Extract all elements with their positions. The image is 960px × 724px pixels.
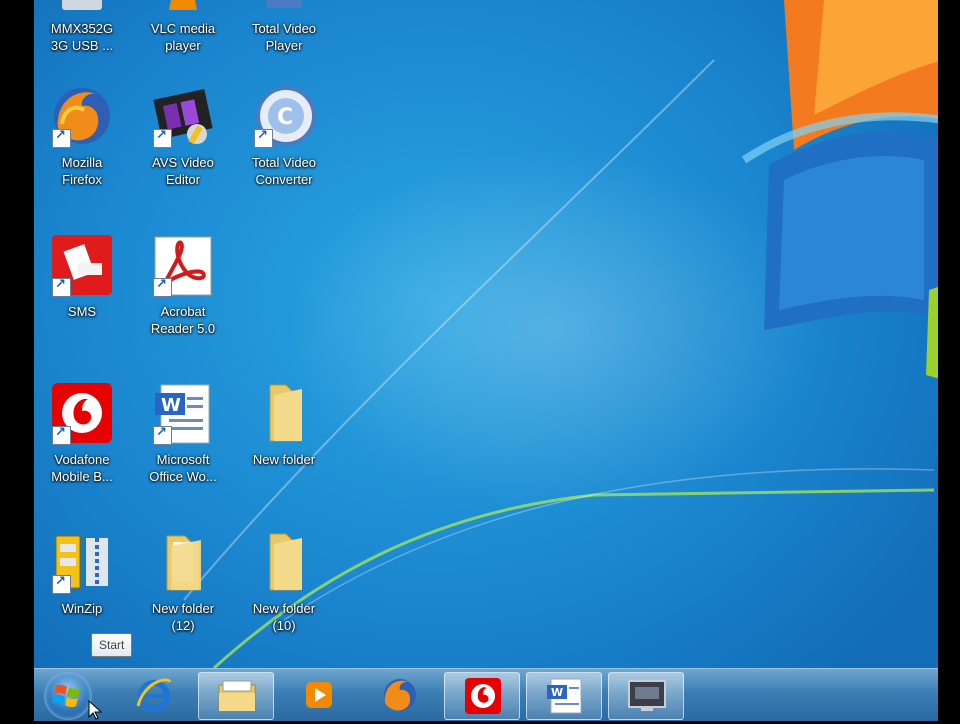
desktop-icon-label: WinZip: [61, 601, 103, 616]
shortcut-arrow-icon: [254, 128, 273, 148]
desktop-icon-label: SMS: [67, 304, 97, 319]
desktop-icon-microsoft-word[interactable]: W Microsoft Office Wo...: [139, 381, 227, 485]
desktop-icon-mmx352g[interactable]: MMX352G 3G USB ...: [38, 0, 126, 54]
desktop-icon-new-folder[interactable]: New folder: [240, 381, 328, 468]
vlc-icon: [151, 0, 215, 44]
taskbar-word[interactable]: W: [526, 672, 602, 720]
word-document-icon: W: [151, 381, 215, 445]
shortcut-arrow-icon: [52, 128, 71, 148]
taskbar-firefox[interactable]: [362, 672, 436, 718]
desktop-icon-new-folder-10[interactable]: New folder (10): [240, 530, 328, 634]
windows-explorer-icon: [218, 680, 256, 712]
taskbar-vodafone[interactable]: [444, 672, 520, 720]
svg-text:C: C: [277, 105, 293, 130]
taskbar-internet-explorer[interactable]: [116, 672, 190, 718]
firefox-icon: [50, 84, 114, 148]
folder-icon: [252, 381, 316, 445]
video-letterbox-right: [938, 0, 960, 720]
sms-icon: [50, 233, 114, 297]
desktop-icon-vodafone[interactable]: Vodafone Mobile B...: [38, 381, 126, 485]
word-icon: W: [547, 678, 582, 714]
desktop-icon-label: AVS Video Editor: [152, 155, 214, 187]
desktop-icon-acrobat-reader[interactable]: Acrobat Reader 5.0: [139, 233, 227, 337]
vodafone-icon: [465, 678, 501, 714]
shortcut-arrow-icon: [153, 425, 172, 445]
desktop-icon-label: New folder (10): [252, 601, 316, 633]
shortcut-arrow-icon: [52, 574, 71, 594]
desktop-icon-total-video-converter[interactable]: C Total Video Converter: [240, 84, 328, 188]
svg-text:W: W: [551, 686, 563, 699]
shortcut-arrow-icon: [153, 128, 172, 148]
svg-text:W: W: [161, 395, 181, 416]
mouse-cursor-icon: [88, 700, 103, 720]
desktop: MMX352G 3G USB ... Mozilla Firefox SMS: [34, 0, 938, 720]
desktop-icon-label: Vodafone Mobile B...: [51, 452, 113, 484]
shortcut-arrow-icon: [52, 277, 71, 297]
shortcut-arrow-icon: [52, 425, 71, 445]
video-letterbox-left: [0, 0, 34, 720]
internet-explorer-icon: [136, 678, 172, 712]
desktop-icon-label: Mozilla Firefox: [61, 155, 103, 187]
start-button[interactable]: [44, 672, 92, 720]
desktop-icon-sms[interactable]: SMS: [38, 233, 126, 320]
desktop-icon-winzip[interactable]: WinZip: [38, 530, 126, 617]
desktop-icon-vlc[interactable]: VLC media player: [139, 0, 227, 54]
converter-icon: C: [252, 84, 316, 148]
acrobat-icon: [151, 233, 215, 297]
desktop-icon-firefox[interactable]: Mozilla Firefox: [38, 84, 126, 188]
desktop-icon-label: Acrobat Reader 5.0: [150, 304, 216, 336]
firefox-icon: [384, 679, 416, 711]
desktop-icon-label: New folder: [252, 452, 316, 467]
vodafone-icon: [50, 381, 114, 445]
desktop-icon-label: New folder (12): [151, 601, 215, 633]
start-tooltip: Start: [91, 633, 133, 657]
media-player-icon: [306, 682, 332, 708]
camrec-icon: [628, 680, 666, 711]
taskbar-media-player[interactable]: [280, 672, 354, 718]
desktop-icon-total-video-player[interactable]: Total Video Player: [240, 0, 328, 54]
video-player-icon: [252, 0, 316, 44]
film-strip-icon: [151, 84, 215, 148]
taskbar-camrec[interactable]: [608, 672, 684, 720]
desktop-icon-avs-video-editor[interactable]: AVS Video Editor: [139, 84, 227, 188]
modem-icon: [50, 0, 114, 44]
taskbar: W: [34, 668, 938, 721]
shortcut-arrow-icon: [153, 277, 172, 297]
desktop-icon-new-folder-12[interactable]: New folder (12): [139, 530, 227, 634]
taskbar-windows-explorer[interactable]: [198, 672, 274, 720]
folder-icon: [252, 530, 316, 594]
folder-icon: [151, 530, 215, 594]
desktop-icon-label: Microsoft Office Wo...: [149, 452, 217, 484]
winzip-icon: [50, 530, 114, 594]
desktop-icon-label: Total Video Converter: [251, 155, 317, 187]
windows-flag-icon: [52, 684, 80, 708]
